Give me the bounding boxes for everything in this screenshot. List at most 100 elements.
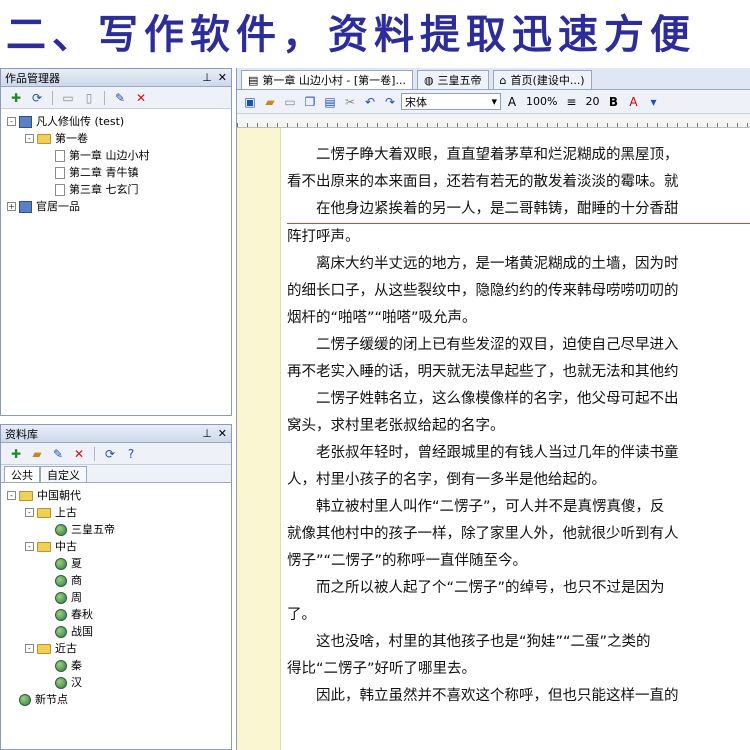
tree-node[interactable]: 第三章 七玄门	[7, 181, 225, 198]
text-line: 这也没啥，村里的其他孩子也是“狗娃”“二蛋”之类的	[316, 634, 651, 650]
library-panel-title: 资料库	[5, 427, 38, 441]
tree-node-label: 秦	[71, 659, 82, 672]
tree-node[interactable]: - 中古	[7, 538, 225, 555]
pin-icon[interactable]: ⊥	[202, 71, 212, 84]
folder-icon	[37, 507, 51, 518]
tree-node[interactable]: 三皇五帝	[7, 521, 225, 538]
doc-icon	[55, 183, 65, 196]
text-line: 就像其他村中的孩子一样，除了家里人外，他就很少听到有人	[287, 526, 679, 542]
tree-node-label: 上古	[55, 506, 77, 519]
tree-node[interactable]: - 上古	[7, 504, 225, 521]
folder-icon	[37, 133, 51, 144]
document-content[interactable]: 二愣子睁大着双眼，直直望着茅草和烂泥糊成的黑屋顶， 看不出原来的本来面目，还若有若…	[281, 128, 750, 750]
refresh-icon[interactable]: ⟳	[28, 90, 46, 106]
format-icon[interactable]: ▾	[644, 94, 662, 110]
library-toolbar: ✚ ▰ ✎ ✕ ⟳ ?	[1, 443, 231, 465]
tree-node[interactable]: + 官居一品	[7, 198, 225, 215]
redo-icon[interactable]: ↷	[381, 94, 399, 110]
save-icon[interactable]: ▣	[241, 94, 259, 110]
paste-icon[interactable]: ▤	[321, 94, 339, 110]
tree-node-label: 新节点	[35, 693, 68, 706]
chevron-down-icon: ▾	[491, 95, 497, 108]
tree-node[interactable]: 周	[7, 589, 225, 606]
tree-node[interactable]: - 近古	[7, 640, 225, 657]
bold-icon[interactable]: B	[604, 94, 622, 110]
collapse-icon[interactable]: -	[25, 644, 34, 653]
open-icon[interactable]: ▰	[261, 94, 279, 110]
tab-home[interactable]: ⌂ 首页(建设中...)	[492, 70, 592, 89]
globe-icon	[55, 591, 67, 604]
text-line: 二愣子睁大着双眼，直直望着茅草和烂泥糊成的黑屋顶，	[316, 147, 679, 163]
document-icon[interactable]: ▯	[80, 90, 98, 106]
close-icon[interactable]: ✕	[218, 427, 227, 440]
tree-node-label: 商	[71, 574, 82, 587]
text-area[interactable]: 二愣子睁大着双眼，直直望着茅草和烂泥糊成的黑屋顶， 看不出原来的本来面目，还若有若…	[237, 128, 750, 750]
tree-node[interactable]: 第一章 山边小村	[7, 147, 225, 164]
tab-public[interactable]: 公共	[4, 466, 40, 482]
tree-node[interactable]: 夏	[7, 555, 225, 572]
collapse-icon[interactable]: -	[7, 491, 16, 500]
edit-pencil-icon[interactable]: ✎	[49, 446, 67, 462]
edit-pencil-icon[interactable]: ✎	[111, 90, 129, 106]
text-line: 二愣子缓缓的闭上已有些发涩的双目，迫使自己尽早进入	[316, 337, 679, 353]
undo-icon[interactable]: ↶	[361, 94, 379, 110]
tree-node-label: 汉	[71, 676, 82, 689]
collapse-icon[interactable]: -	[7, 117, 16, 126]
refresh-icon[interactable]: ⟳	[101, 446, 119, 462]
text-line: 烟杆的“啪嗒”“啪嗒”吸允声。	[287, 310, 477, 326]
zoom-level[interactable]: 100%	[523, 95, 560, 108]
text-line: 人，村里小孩子的名字，倒有一多半是他给起的。	[287, 472, 606, 488]
tree-node-label: 官居一品	[36, 200, 80, 213]
text-line: 看不出原来的本来面目，还若有若无的散发着淡淡的霉味。就	[287, 174, 679, 190]
collapse-icon[interactable]: -	[25, 508, 34, 517]
tree-node[interactable]: - 第一卷	[7, 130, 225, 147]
globe-icon	[55, 625, 67, 638]
collapse-icon[interactable]: -	[25, 134, 34, 143]
tree-node[interactable]: 秦	[7, 657, 225, 674]
book-icon	[19, 115, 32, 128]
tree-node[interactable]: 战国	[7, 623, 225, 640]
folder-icon[interactable]: ▭	[59, 90, 77, 106]
tab-label: 三皇五帝	[437, 74, 482, 87]
font-select[interactable]: 宋体 ▾	[401, 93, 501, 110]
text-line: 愣子”“二愣子”的称呼一直伴随至今。	[287, 553, 528, 569]
globe-icon	[55, 557, 67, 570]
tree-node-label: 夏	[71, 557, 82, 570]
tab-sanhuang-wudi[interactable]: ◍ 三皇五帝	[416, 70, 489, 89]
copy-icon[interactable]: ❐	[301, 94, 319, 110]
print-icon[interactable]: ▭	[281, 94, 299, 110]
tree-node[interactable]: - 凡人修仙传 (test)	[7, 113, 225, 130]
tree-node[interactable]: 汉	[7, 674, 225, 691]
cut-icon[interactable]: ✂	[341, 94, 359, 110]
globe-icon: ◍	[423, 73, 434, 87]
font-color-icon[interactable]: A	[624, 94, 642, 110]
tree-node-label: 近古	[55, 642, 77, 655]
globe-icon	[55, 659, 67, 672]
works-tree: - 凡人修仙传 (test) - 第一卷 第一章 山边小村 第二章 青牛镇 第三章 七玄门 +…	[1, 109, 231, 219]
tree-node[interactable]: 商	[7, 572, 225, 589]
collapse-icon[interactable]: -	[25, 542, 34, 551]
pin-icon[interactable]: ⊥	[202, 427, 212, 440]
home-icon: ⌂	[499, 73, 507, 87]
add-node-icon[interactable]: ✚	[7, 446, 25, 462]
tree-node-label: 凡人修仙传 (test)	[36, 115, 125, 128]
tab-custom[interactable]: 自定义	[40, 466, 87, 482]
line-spacing-icon[interactable]: ≡	[562, 94, 580, 110]
close-icon[interactable]: ✕	[218, 71, 227, 84]
tree-node[interactable]: - 中国朝代	[7, 487, 225, 504]
line-spacing-value[interactable]: 20	[582, 95, 602, 108]
tree-node[interactable]: 新节点	[7, 691, 225, 708]
delete-icon[interactable]: ✕	[132, 90, 150, 106]
tree-node[interactable]: 第二章 青牛镇	[7, 164, 225, 181]
open-folder-icon[interactable]: ▰	[28, 446, 46, 462]
tree-node-label: 中国朝代	[37, 489, 81, 502]
tab-chapter-1[interactable]: ▤ 第一章 山边小村 - [第一卷]...	[241, 70, 413, 89]
add-work-icon[interactable]: ✚	[7, 90, 25, 106]
help-icon[interactable]: ?	[122, 446, 140, 462]
expand-icon[interactable]: +	[7, 202, 16, 211]
globe-icon	[55, 574, 67, 587]
tree-node[interactable]: 春秋	[7, 606, 225, 623]
zoom-icon[interactable]: A	[503, 94, 521, 110]
delete-icon[interactable]: ✕	[70, 446, 88, 462]
text-line: 二愣子姓韩名立，这么像模像样的名字，他父母可起不出	[316, 391, 679, 407]
